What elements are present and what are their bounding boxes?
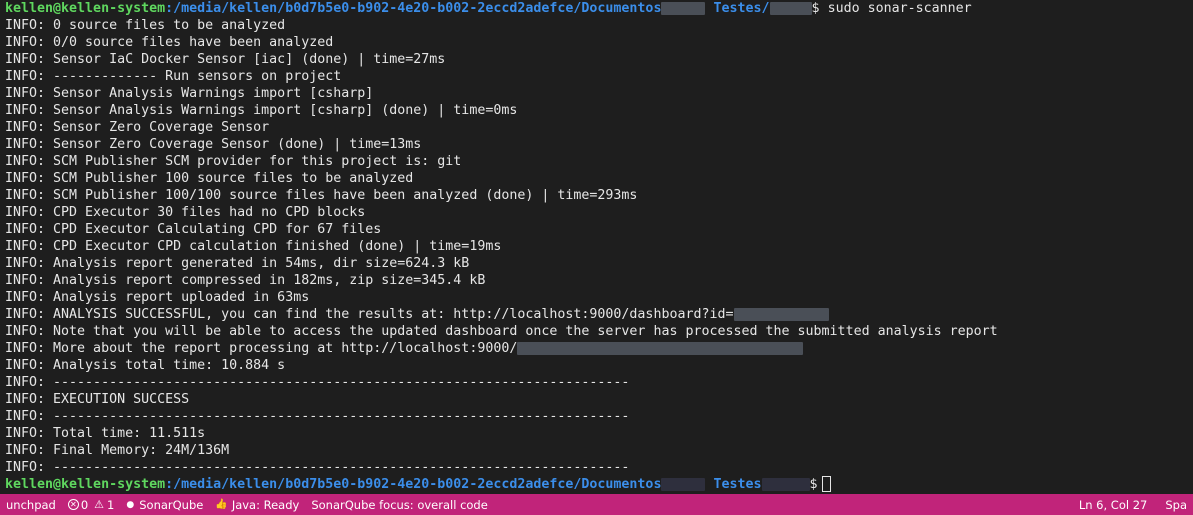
java-status-label: Java: Ready (231, 497, 300, 512)
output-line: INFO: Sensor Zero Coverage Sensor (5, 120, 270, 135)
indentation-item[interactable]: Spa (1159, 494, 1193, 515)
command-prompt-line: kellen@kellen-system:/media/kellen/b0d7b… (5, 0, 1193, 17)
terminal-panel[interactable]: kellen@kellen-system:/media/kellen/b0d7b… (0, 0, 1193, 494)
redacted-text (661, 1, 706, 15)
output-line: INFO: Analysis report uploaded in 63ms (5, 290, 310, 305)
output-line: INFO: ------------- Run sensors on proje… (5, 69, 342, 84)
prompt-path-folder: Testes/ (713, 1, 770, 16)
output-line: INFO: ----------------------------------… (5, 460, 630, 475)
output-line: INFO: EXECUTION SUCCESS (5, 392, 190, 407)
output-line: INFO: CPD Executor CPD calculation finis… (5, 239, 502, 254)
java-status-item[interactable]: 👍 Java: Ready (209, 494, 305, 515)
output-line: INFO: 0/0 source files have been analyze… (5, 35, 334, 50)
output-line: INFO: SCM Publisher 100/100 source files… (5, 188, 638, 203)
prompt-dollar: $ (811, 1, 820, 16)
error-icon: ✕ (67, 499, 79, 510)
output-line: INFO: CPD Executor 30 files had no CPD b… (5, 205, 366, 220)
output-line: INFO: CPD Executor Calculating CPD for 6… (5, 222, 382, 237)
output-line: INFO: Sensor IaC Docker Sensor [iac] (do… (5, 52, 446, 67)
output-line: INFO: Total time: 11.511s (5, 426, 206, 441)
current-prompt-line[interactable]: kellen@kellen-system:/media/kellen/b0d7b… (5, 476, 1193, 493)
prompt-path: :/media/kellen/b0d7b5e0-b902-4e20-b002-2… (165, 1, 662, 16)
redacted-text (769, 1, 812, 15)
prompt-dollar: $ (809, 477, 818, 492)
output-line: INFO: Analysis report compressed in 182m… (5, 273, 486, 288)
redacted-text (733, 307, 829, 321)
redacted-text (517, 341, 804, 355)
output-line: INFO: ----------------------------------… (5, 409, 630, 424)
redacted-text (761, 477, 810, 491)
terminal-cursor (821, 476, 831, 492)
prompt-user: kellen@kellen-system (5, 477, 166, 492)
sonarqube-dot-icon: ● (126, 499, 135, 510)
prompt-path-folder: Testes (713, 477, 762, 492)
launchpad-item[interactable]: unchpad (0, 494, 62, 515)
prompt-user: kellen@kellen-system (5, 1, 166, 16)
output-line: INFO: SCM Publisher 100 source files to … (5, 171, 414, 186)
sonarqube-item[interactable]: ● SonarQube (120, 494, 209, 515)
cursor-position-item[interactable]: Ln 6, Col 27 (1073, 494, 1160, 515)
redacted-text (661, 477, 706, 491)
command-text: sudo sonar-scanner (827, 1, 972, 16)
output-line: INFO: 0 source files to be analyzed (5, 18, 286, 33)
output-lines: INFO: 0 source files to be analyzed INFO… (5, 17, 1193, 476)
thumbs-up-icon: 👍 (215, 499, 228, 510)
sonarqube-label: SonarQube (139, 497, 204, 512)
output-line: INFO: Sensor Zero Coverage Sensor (done)… (5, 137, 422, 152)
sonarqube-focus-item[interactable]: SonarQube focus: overall code (305, 494, 493, 515)
output-line: INFO: Analysis total time: 10.884 s (5, 358, 286, 373)
warning-icon: ⚠ (94, 498, 105, 511)
prompt-path: :/media/kellen/b0d7b5e0-b902-4e20-b002-2… (165, 477, 662, 492)
output-line: INFO: SCM Publisher SCM provider for thi… (5, 154, 462, 169)
warning-count: 1 (107, 497, 115, 512)
output-line: INFO: Sensor Analysis Warnings import [c… (5, 86, 374, 101)
output-line: INFO: ----------------------------------… (5, 375, 630, 390)
output-line: INFO: Analysis report generated in 54ms,… (5, 256, 470, 271)
output-line: INFO: Sensor Analysis Warnings import [c… (5, 103, 518, 118)
output-line: INFO: Final Memory: 24M/136M (5, 443, 230, 458)
output-line-report-url[interactable]: INFO: More about the report processing a… (5, 340, 1193, 357)
output-line: INFO: Note that you will be able to acce… (5, 324, 998, 339)
output-line-dashboard[interactable]: INFO: ANALYSIS SUCCESSFUL, you can find … (5, 306, 1193, 323)
status-bar: unchpad ✕ 0 ⚠ 1 ● SonarQube 👍 Java: Read… (0, 494, 1193, 515)
problems-item[interactable]: ✕ 0 ⚠ 1 (62, 494, 121, 515)
error-count: 0 (80, 497, 89, 512)
